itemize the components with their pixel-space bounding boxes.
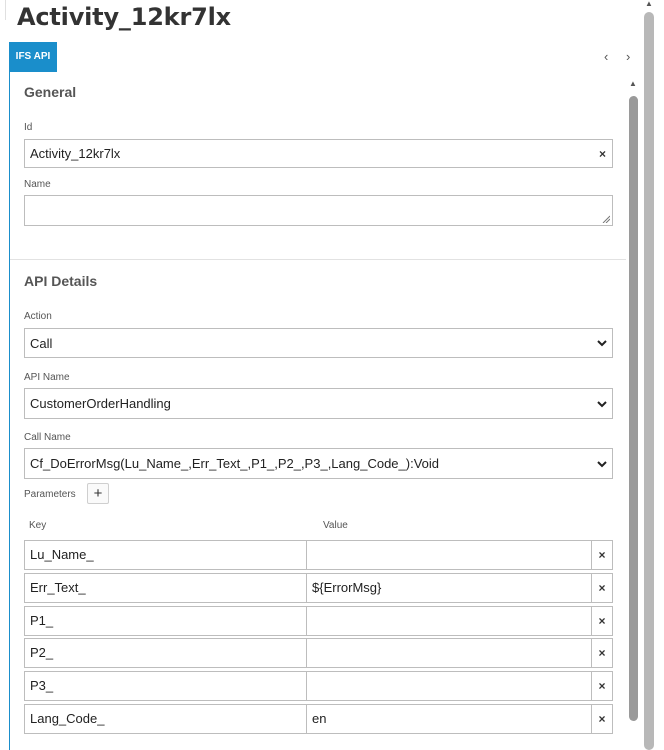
page-title: Activity_12kr7lx [17,3,231,31]
general-heading: General [24,84,77,100]
call-name-select[interactable]: Cf_DoErrorMsg(Lu_Name_,Err_Text_,P1_,P2_… [24,448,613,479]
clear-icon[interactable]: × [599,147,606,161]
chevron-left-icon[interactable]: ‹ [604,50,608,64]
value-column-header: Value [323,520,348,531]
parameter-value-field[interactable] [306,638,592,668]
api-name-select[interactable]: CustomerOrderHandling [24,388,613,419]
parameter-value-field[interactable] [306,671,592,701]
parameter-row: P3_ × [24,671,613,701]
panel-scroll-up-icon[interactable]: ▲ [629,79,637,88]
parameter-key-field[interactable]: Lu_Name_ [24,540,307,570]
chevron-down-icon [597,460,607,467]
call-name-value: Cf_DoErrorMsg(Lu_Name_,Err_Text_,P1_,P2_… [30,456,440,471]
section-divider [10,259,626,260]
delete-parameter-icon[interactable]: × [591,638,613,668]
page-scroll-thumb[interactable] [644,12,654,750]
delete-parameter-icon[interactable]: × [591,704,613,734]
call-name-label: Call Name [24,432,71,443]
scroll-up-icon[interactable]: ▲ [644,0,654,10]
api-name-label: API Name [24,372,70,383]
delete-parameter-icon[interactable]: × [591,540,613,570]
resize-grip-icon[interactable] [602,215,610,223]
parameter-key-field[interactable]: Lang_Code_ [24,704,307,734]
parameter-row: P2_ × [24,638,613,668]
action-label: Action [24,311,52,322]
parameter-row: Lu_Name_ × [24,540,613,570]
key-column-header: Key [29,520,47,531]
parameter-row: P1_ × [24,606,613,636]
parameter-value-field[interactable] [306,540,592,570]
delete-parameter-icon[interactable]: × [591,606,613,636]
parameter-key-field[interactable]: P2_ [24,638,307,668]
api-name-value: CustomerOrderHandling [30,396,171,411]
parameter-value-field[interactable] [306,606,592,636]
name-field[interactable] [24,195,613,226]
tab-strip: IFS API ‹ › [9,42,641,72]
parameter-key-field[interactable]: Err_Text_ [24,573,307,603]
panel-scroll-thumb[interactable] [629,96,638,721]
delete-parameter-icon[interactable]: × [591,671,613,701]
id-field[interactable]: Activity_12kr7lx × [24,139,613,168]
action-value: Call [30,335,53,351]
chevron-down-icon [597,340,607,347]
parameters-label: Parameters [24,489,76,500]
id-value: Activity_12kr7lx [30,146,121,161]
header: Activity_12kr7lx [0,0,664,40]
api-details-heading: API Details [24,273,98,289]
delete-parameter-icon[interactable]: × [591,573,613,603]
tab-ifs-api[interactable]: IFS API [9,42,57,72]
parameter-key-field[interactable]: P3_ [24,671,307,701]
parameter-value-field[interactable]: ${ErrorMsg} [306,573,592,603]
chevron-right-icon[interactable]: › [626,50,630,64]
parameter-row: Err_Text_ ${ErrorMsg} × [24,573,613,603]
left-edge-divider [0,0,6,20]
add-parameter-button[interactable]: + [87,483,109,504]
name-label: Name [24,179,51,190]
parameter-row: Lang_Code_ en × [24,704,613,734]
parameter-value-field[interactable]: en [306,704,592,734]
chevron-down-icon [597,400,607,407]
id-label: Id [24,122,33,133]
action-select[interactable]: Call [24,328,613,358]
parameter-key-field[interactable]: P1_ [24,606,307,636]
